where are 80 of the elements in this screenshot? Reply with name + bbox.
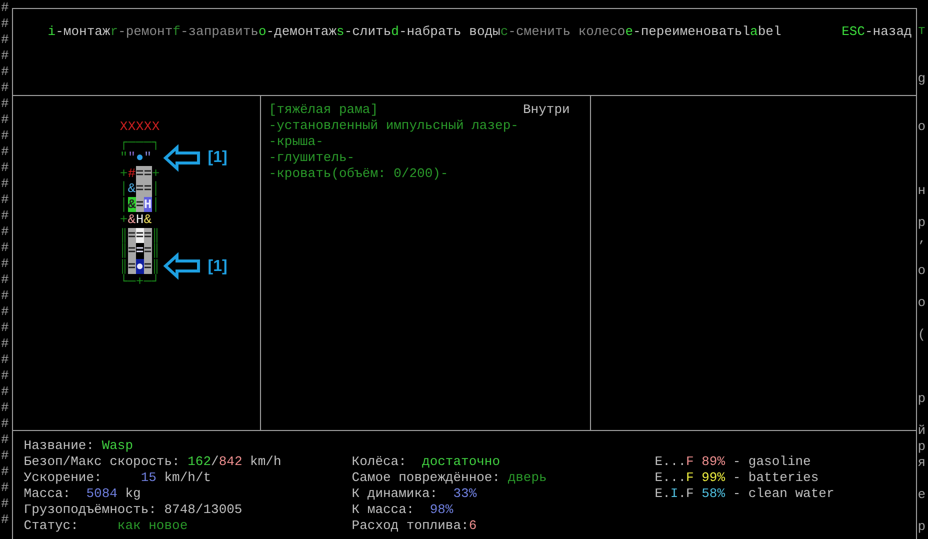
callout-label: [1] xyxy=(208,258,228,274)
glyph-text: ─ xyxy=(128,274,136,290)
stat-line: Самое повреждённое: дверь xyxy=(352,470,548,486)
keybind-hint[interactable]: label xyxy=(742,24,782,95)
glyph-text: ─ xyxy=(136,134,144,150)
stat-line: К динамика: 33% xyxy=(352,486,478,502)
glyph-text: = xyxy=(128,228,136,243)
stat-line: Масса: 5084 kg xyxy=(24,486,142,502)
glyph-text: ║ xyxy=(152,258,160,274)
glyph-text: ║ xyxy=(120,243,128,258)
glyph-text: ● xyxy=(136,150,144,166)
edge-text: g о н р ‚ о о ( р й р я е р xyxy=(918,71,927,535)
glyph-text: " xyxy=(144,150,152,166)
glyph-text: ─ xyxy=(144,134,152,150)
glyph-text: & xyxy=(144,212,152,228)
glyph-text: X xyxy=(128,119,136,134)
glyph-text: = xyxy=(128,258,136,274)
glyph-text: │ xyxy=(120,181,128,196)
glyph-text: & xyxy=(128,181,136,196)
glyph-text: ║ xyxy=(152,228,160,243)
part-item[interactable]: -кровать(объём: 0/200)- xyxy=(268,166,582,182)
keybind-hint[interactable]: i-монтаж xyxy=(48,24,110,95)
glyph-text: = xyxy=(128,243,136,258)
arrow-icon xyxy=(164,254,200,278)
glyph-text: ║ xyxy=(120,228,128,243)
glyph-text: X xyxy=(136,119,144,134)
keybind-hint[interactable]: o-демонтаж xyxy=(258,24,336,95)
stat-line: Безоп/Макс скорость: 162/842 km/h xyxy=(24,454,282,470)
edge-marks: ################################# xyxy=(1,0,9,529)
glyph-text: ║ xyxy=(152,243,160,258)
glyph-text: + xyxy=(152,166,160,181)
stat-line: К масса: 98% xyxy=(352,502,454,518)
glyph-text: │ xyxy=(152,196,160,212)
keybind-hint[interactable]: e-переименовать xyxy=(625,24,742,95)
glyph-text: + xyxy=(120,166,128,181)
stat-line: E.I.F 58% - clean water xyxy=(654,486,834,502)
location-label: Внутри xyxy=(522,102,570,118)
glyph-text: X xyxy=(152,119,160,134)
keybind-hint[interactable]: d-набрать воды xyxy=(391,24,500,95)
keybind-hint[interactable]: f-заправить xyxy=(172,24,258,95)
glyph-text: H xyxy=(136,212,144,228)
glyph-text: # xyxy=(128,166,136,181)
stat-line: E...F 89% - gasoline xyxy=(654,454,812,470)
edge-letter: т xyxy=(918,23,926,38)
glyph-text: " xyxy=(128,150,136,166)
part-item[interactable]: -крыша- xyxy=(268,134,582,150)
glyph-text: ─ xyxy=(144,274,152,290)
frame-part-title: [тяжёлая рама] xyxy=(268,102,378,118)
stat-line: Статус: как новое xyxy=(24,518,189,534)
part-item[interactable]: -глушитель- xyxy=(268,150,582,166)
stat-line: Название: Wasp xyxy=(24,438,134,454)
keybind-hint[interactable]: r-ремонт xyxy=(110,24,173,95)
glyph-text: + xyxy=(136,274,144,290)
stat-line: Грузоподъёмность: 8748/13005 xyxy=(24,502,244,518)
stat-line: E...F 99% - batteries xyxy=(654,470,820,486)
glyph-text: X xyxy=(144,119,152,134)
glyph-text: ┘ xyxy=(152,274,160,290)
glyph-text: └ xyxy=(120,274,128,290)
stat-line: Расход топлива:6 xyxy=(352,518,478,534)
glyph-text: " xyxy=(120,150,128,166)
glyph-text: X xyxy=(120,119,128,134)
stat-line: Ускорение: 15 km/h/t xyxy=(24,470,212,486)
arrow-icon xyxy=(164,146,200,170)
glyph-text: ║ xyxy=(120,258,128,274)
glyph-text: & xyxy=(128,196,136,212)
keybind-hint[interactable]: ESC-назад xyxy=(842,24,912,95)
glyph-text: = xyxy=(136,166,144,181)
glyph-text: │ xyxy=(120,196,128,212)
glyph-text: │ xyxy=(152,181,160,196)
glyph-text: ┌ xyxy=(120,134,128,150)
glyph-text: ─ xyxy=(128,134,136,150)
keybind-hint[interactable]: c-сменить колесо xyxy=(500,24,626,95)
stat-line: Колёса: достаточно xyxy=(352,454,502,470)
part-item[interactable]: -установленный импульсный лазер- xyxy=(268,118,582,134)
glyph-text: & xyxy=(128,212,136,228)
keybind-hint[interactable]: s-слить xyxy=(336,24,392,95)
callout-label: [1] xyxy=(208,150,228,166)
glyph-text: = xyxy=(136,181,144,196)
glyph-text: ┐ xyxy=(152,134,160,150)
glyph-text: + xyxy=(120,212,128,228)
